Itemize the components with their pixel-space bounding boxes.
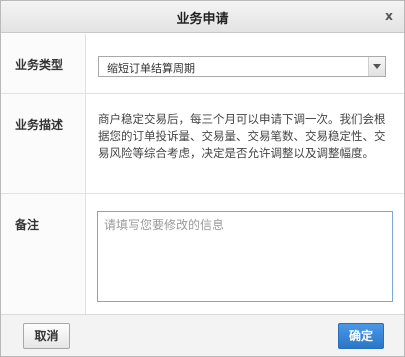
dropdown-button[interactable]	[368, 57, 385, 76]
remarks-row: 备注	[1, 194, 404, 314]
cancel-button[interactable]: 取消	[23, 323, 70, 349]
business-description-row: 业务描述 商户稳定交易后，每三个月可以申请下调一次。我们会根据您的订单投诉量、交…	[1, 94, 404, 194]
remarks-textarea[interactable]	[97, 211, 393, 302]
business-type-label: 业务类型	[15, 58, 64, 72]
business-application-dialog: 业务申请 x 业务类型 缩短订单结算周期 业务描述 商户稳定交易后，每三个月可以…	[0, 0, 405, 357]
dialog-title: 业务申请	[176, 12, 229, 27]
business-description-text: 商户稳定交易后，每三个月可以申请下调一次。我们会根据您的订单投诉量、交易量、交易…	[98, 112, 386, 160]
label-cell: 业务类型	[1, 34, 86, 93]
close-icon[interactable]: x	[382, 9, 396, 23]
dialog-titlebar: 业务申请 x	[1, 1, 404, 33]
label-cell: 备注	[1, 194, 86, 314]
remarks-label: 备注	[15, 218, 40, 232]
business-type-select[interactable]: 缩短订单结算周期	[98, 56, 386, 77]
confirm-button[interactable]: 确定	[338, 323, 384, 349]
business-type-value: 缩短订单结算周期	[107, 62, 195, 75]
chevron-down-icon	[373, 64, 381, 69]
business-type-row: 业务类型 缩短订单结算周期	[1, 34, 404, 94]
business-description-label: 业务描述	[15, 118, 64, 132]
label-cell: 业务描述	[1, 94, 86, 193]
dialog-footer: 取消 确定	[1, 314, 404, 356]
